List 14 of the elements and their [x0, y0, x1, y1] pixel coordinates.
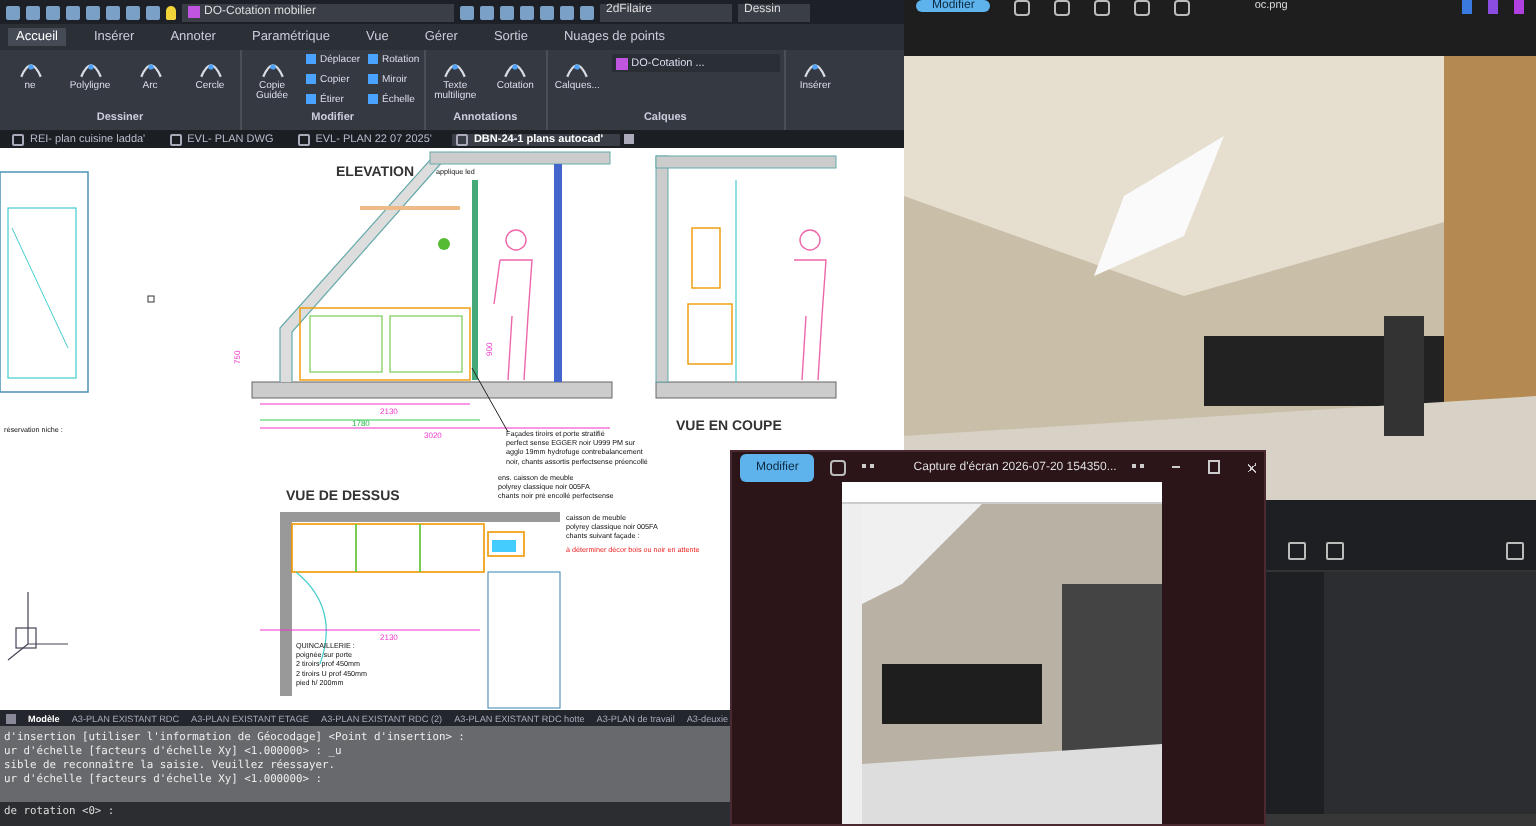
- toolbar-icon[interactable]: [1134, 0, 1151, 16]
- toolbar-icon[interactable]: [1094, 0, 1111, 16]
- maximize-icon[interactable]: [1207, 460, 1220, 474]
- tab-scroll-icon[interactable]: [6, 713, 16, 723]
- axes-icon: [7, 591, 69, 661]
- leader-line: [471, 367, 509, 433]
- bulb-icon: [166, 5, 176, 19]
- point-marker: [147, 295, 155, 303]
- more-icon[interactable]: [862, 463, 874, 471]
- toolbar-icon[interactable]: [1054, 0, 1071, 16]
- toolbar-icon[interactable]: [1174, 0, 1191, 16]
- toolbar-icon[interactable]: [1014, 0, 1031, 16]
- more-icon[interactable]: [1132, 463, 1144, 471]
- minimize-icon[interactable]: [1171, 466, 1180, 468]
